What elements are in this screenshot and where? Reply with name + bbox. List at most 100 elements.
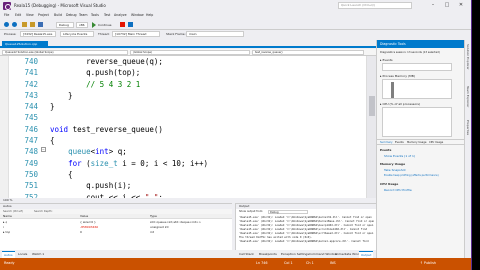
tab-breakpoints[interactable]: Breakpoints <box>257 251 279 257</box>
variable-type: int <box>150 230 154 234</box>
tab-watch-1[interactable]: Watch 1 <box>30 251 46 257</box>
tab-memory-usage[interactable]: Memory Usage <box>407 141 426 144</box>
screen-frame: Reala15 (Debugging) - Microsoft Visual S… <box>0 0 480 270</box>
code-line: for (size_t i = 0; i < 10; i++) <box>68 158 209 168</box>
function-select[interactable]: test_reverse_queue() <box>252 50 364 55</box>
project-scope-select[interactable]: Queue12 Solution.exe (Global Scope) <box>2 50 128 55</box>
cpu-usage-header[interactable]: ▸ CPU (% of all processors) <box>380 102 420 106</box>
quick-launch-input[interactable]: Quick Launch (Ctrl+Q) <box>338 2 412 9</box>
minimize-button[interactable]: – <box>428 1 438 10</box>
output-text[interactable]: 'Reala15.exe' (Win32): Loaded 'C:\Window… <box>239 216 374 244</box>
menu-debug[interactable]: Debug <box>66 13 76 17</box>
menu-test[interactable]: Test <box>104 13 110 17</box>
code-line: } <box>50 90 73 100</box>
navigate-back-icon[interactable] <box>4 22 9 27</box>
menu-edit[interactable]: Edit <box>15 13 21 17</box>
team-explorer-tab[interactable]: Team Explorer <box>466 86 470 107</box>
autos-search-input[interactable]: Search (Ctrl+E) <box>3 210 23 213</box>
class-scope-select[interactable]: (Global Scope) <box>130 50 250 55</box>
output-tabs: Call Stack Breakpoints Exception Setting… <box>235 250 376 258</box>
tab-queue12-solution[interactable]: Queue12Solution.cpp <box>2 41 48 48</box>
name-column-header[interactable]: Name <box>3 214 12 219</box>
memory-usage-section-heading: Memory Usage <box>380 162 406 166</box>
stack-frame-select[interactable]: main <box>186 31 244 37</box>
code-line: void test_reverse_queue() <box>50 124 163 134</box>
process-memory-graph <box>382 79 452 99</box>
record-cpu-profile-link[interactable]: Record CPU Profile <box>384 188 412 192</box>
variable-name: ▸ top <box>3 230 11 234</box>
maximize-button[interactable]: □ <box>442 1 452 10</box>
line-numbers: 740 741 742 743 744 745 746 747 748 749 … <box>20 56 38 203</box>
new-project-icon[interactable] <box>22 22 27 27</box>
menu-file[interactable]: File <box>4 13 9 17</box>
menu-team[interactable]: Team <box>79 13 87 17</box>
table-row[interactable]: ▸ top 0 int <box>0 230 232 235</box>
character-indicator: Ch 1 <box>306 261 314 265</box>
menu-build[interactable]: Build <box>54 13 62 17</box>
tab-output[interactable]: Output <box>359 251 374 258</box>
process-label: Process: <box>4 32 17 36</box>
cpu-usage-graph <box>382 107 452 137</box>
tab-autos[interactable]: Autos <box>2 251 15 258</box>
configuration-select[interactable]: Debug <box>56 22 74 28</box>
navigate-forward-icon[interactable] <box>12 22 17 27</box>
editor-vertical-scrollbar[interactable] <box>366 56 376 198</box>
code-line: { <box>50 136 55 146</box>
line-indicator: Ln 746 <box>256 261 268 265</box>
thread-select[interactable]: [10732] Main Thread <box>112 31 160 37</box>
value-column-header[interactable]: Value <box>80 214 88 219</box>
tab-cpu-usage[interactable]: CPU Usage <box>429 141 443 144</box>
code-text[interactable]: reverse_queue(q); q.push(top); // 5 4 3 … <box>50 56 370 203</box>
line-number: 746 <box>24 124 38 134</box>
menu-view[interactable]: View <box>26 13 34 17</box>
open-file-icon[interactable] <box>30 22 35 27</box>
cpu-usage-section-heading: CPU Usage <box>380 182 399 186</box>
take-snapshot-link[interactable]: Take Snapshot <box>384 168 406 172</box>
line-number: 742 <box>24 79 38 89</box>
output-source-label: Show output from: <box>239 210 264 213</box>
close-button[interactable]: ✕ <box>456 1 466 10</box>
tab-summary[interactable]: Summary <box>380 141 393 144</box>
breakpoint-margin[interactable] <box>0 56 9 198</box>
lifecycle-events-select[interactable]: Lifecycle Events <box>60 31 94 37</box>
code-line: { <box>50 169 73 179</box>
menu-window[interactable]: Window <box>131 13 144 17</box>
tab-events[interactable]: Events <box>395 141 404 144</box>
publish-button[interactable]: ↑ Publish <box>420 261 436 265</box>
tab-call-stack[interactable]: Call Stack <box>237 251 256 257</box>
title-bar: Reala15 (Debugging) - Microsoft Visual S… <box>0 0 471 12</box>
output-line: 'Reala15.exe' (Win32): Loaded 'C:\Window… <box>239 240 369 243</box>
collapse-toggle-icon[interactable]: − <box>41 147 46 152</box>
code-line: queue<int> q; <box>68 147 127 157</box>
type-column-header[interactable]: Type <box>150 214 157 219</box>
column-indicator: Col 1 <box>284 261 293 265</box>
properties-tab[interactable]: Properties <box>466 120 470 135</box>
diagnostic-tools-panel: Diagnostic Tools Diagnostics session: 13… <box>376 40 465 258</box>
menu-project[interactable]: Project <box>38 13 49 17</box>
scrollbar-thumb[interactable] <box>369 96 375 116</box>
code-editor[interactable]: 740 741 742 743 744 745 746 747 748 749 … <box>0 56 376 202</box>
process-select[interactable]: [3432] Reala15.exe <box>20 31 56 37</box>
line-number: 744 <box>24 102 38 112</box>
show-events-link[interactable]: Show Events (1 of 1) <box>384 154 415 158</box>
tab-locals[interactable]: Locals <box>16 251 29 257</box>
events-section-heading: Events <box>380 148 392 152</box>
platform-select[interactable]: x86 <box>76 22 88 28</box>
continue-icon[interactable] <box>92 22 96 28</box>
menu-tools[interactable]: Tools <box>91 13 99 17</box>
solution-explorer-tab[interactable]: Solution Explorer <box>466 44 470 70</box>
code-line: // 5 4 3 2 1 <box>86 79 141 89</box>
menu-analyze[interactable]: Analyze <box>114 13 127 17</box>
output-source-select[interactable]: Debug <box>268 210 308 214</box>
events-header[interactable]: ▸ Events <box>380 58 393 62</box>
stop-debugging-icon[interactable] <box>120 22 125 27</box>
process-memory-header[interactable]: ▸ Process Memory (MB) <box>380 74 415 78</box>
step-over-icon[interactable] <box>128 22 133 27</box>
save-icon[interactable] <box>38 22 43 27</box>
menu-help[interactable]: Help <box>146 13 153 17</box>
code-line: q.push(top); <box>50 68 141 78</box>
variable-value[interactable]: 0 <box>80 230 82 235</box>
enable-heap-profiling-link[interactable]: Enable heap profiling (affects performan… <box>384 174 439 177</box>
continue-label[interactable]: Continue <box>98 23 112 27</box>
